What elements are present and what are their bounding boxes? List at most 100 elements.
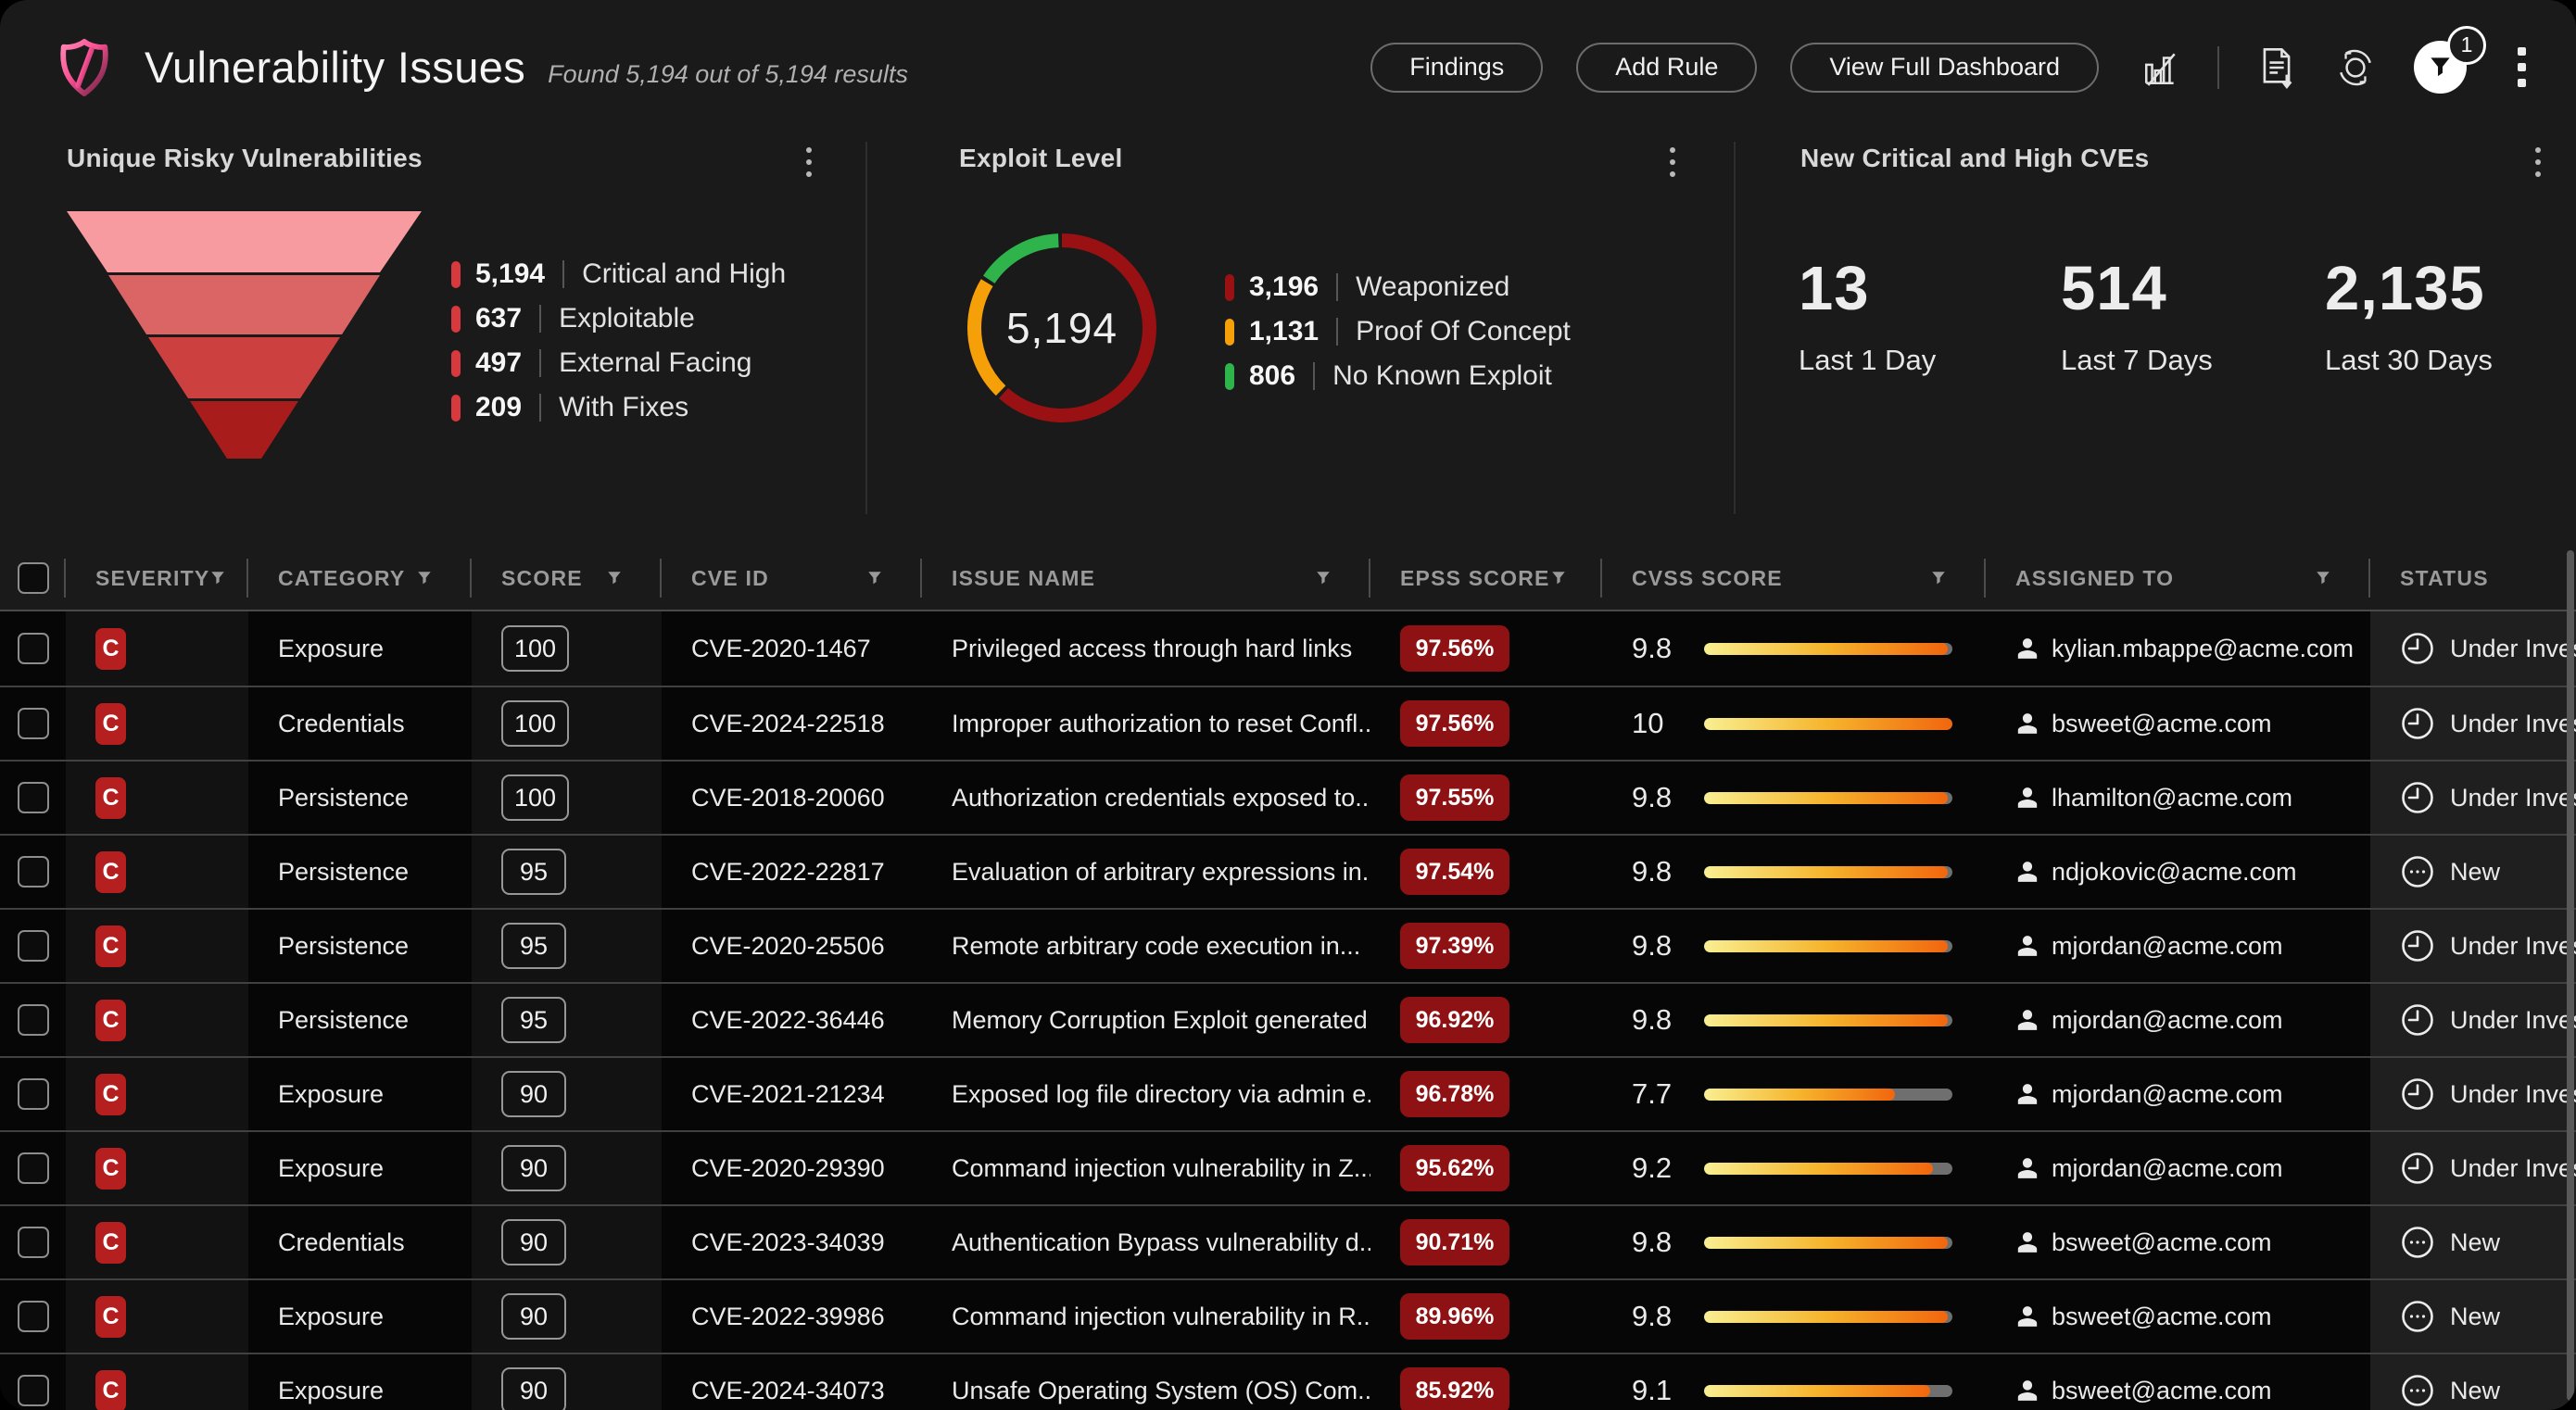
cve-id[interactable]: CVE-2024-34073 [691, 1377, 885, 1405]
table-scrollbar[interactable] [2567, 550, 2574, 1401]
table-row[interactable]: C Persistence 100 CVE-2018-20060 Authori… [0, 760, 2576, 834]
export-report-icon[interactable] [2256, 45, 2297, 90]
issue-name[interactable]: Remote arbitrary code execution in... [952, 932, 1360, 961]
cve-id[interactable]: CVE-2020-25506 [691, 932, 885, 961]
cvss-score-value: 9.8 [1632, 929, 1704, 963]
cve-id[interactable]: CVE-2023-34039 [691, 1228, 885, 1257]
filter-funnel-icon[interactable] [1315, 570, 1332, 586]
assignee-email[interactable]: mjordan@acme.com [2052, 1080, 2283, 1109]
assignee-email[interactable]: bsweet@acme.com [2052, 1377, 2272, 1405]
issue-name[interactable]: Authorization credentials exposed to... [952, 784, 1370, 812]
active-filter-button[interactable]: 1 [2414, 41, 2468, 94]
row-checkbox[interactable] [18, 1375, 49, 1406]
issue-name-cell: Authentication Bypass vulnerability d... [922, 1206, 1370, 1278]
issue-name[interactable]: Memory Corruption Exploit generated [952, 1006, 1368, 1035]
filter-funnel-icon[interactable] [2315, 570, 2331, 586]
person-icon [2015, 860, 2039, 884]
cve-id[interactable]: CVE-2020-29390 [691, 1154, 885, 1183]
column-header-assigned-to[interactable]: ASSIGNED TO [1986, 547, 2370, 610]
table-row[interactable]: C Exposure 90 CVE-2020-29390 Command inj… [0, 1130, 2576, 1204]
assignee-email[interactable]: bsweet@acme.com [2052, 710, 2272, 738]
issue-name[interactable]: Command injection vulnerability in R... [952, 1303, 1370, 1331]
status-cell: Under Investigation [2370, 1058, 2576, 1130]
assignee-email[interactable]: ndjokovic@acme.com [2052, 858, 2297, 887]
row-checkbox-cell [0, 762, 66, 834]
issue-name[interactable]: Unsafe Operating System (OS) Com... [952, 1377, 1370, 1405]
filter-funnel-icon[interactable] [416, 570, 433, 586]
row-checkbox[interactable] [18, 1152, 49, 1184]
table-row[interactable]: C Credentials 100 CVE-2024-22518 Imprope… [0, 686, 2576, 760]
table-row[interactable]: C Exposure 90 CVE-2022-39986 Command inj… [0, 1278, 2576, 1353]
kebab-menu-icon[interactable] [2518, 47, 2526, 87]
column-header-status[interactable]: STATUS [2370, 547, 2576, 610]
issue-name-cell: Command injection vulnerability in Z... [922, 1132, 1370, 1204]
column-header-category[interactable]: CATEGORY [248, 547, 472, 610]
refresh-icon[interactable] [2334, 46, 2377, 89]
column-header-cve-id[interactable]: CVE ID [662, 547, 922, 610]
table-row[interactable]: C Exposure 90 CVE-2024-34073 Unsafe Oper… [0, 1353, 2576, 1410]
row-checkbox[interactable] [18, 856, 49, 888]
chart-hidden-icon[interactable] [2141, 48, 2180, 87]
table-row[interactable]: C Exposure 100 CVE-2020-1467 Privileged … [0, 611, 2576, 686]
table-row[interactable]: C Persistence 95 CVE-2020-25506 Remote a… [0, 908, 2576, 982]
filter-funnel-icon[interactable] [1930, 570, 1947, 586]
table-row[interactable]: C Persistence 95 CVE-2022-36446 Memory C… [0, 982, 2576, 1056]
assignee-email[interactable]: bsweet@acme.com [2052, 1228, 2272, 1257]
cve-id[interactable]: CVE-2020-1467 [691, 635, 871, 663]
filter-funnel-icon[interactable] [606, 570, 623, 586]
assignee-email[interactable]: lhamilton@acme.com [2052, 784, 2292, 812]
row-checkbox[interactable] [18, 782, 49, 813]
cve-id[interactable]: CVE-2021-21234 [691, 1080, 885, 1109]
cve-id-cell: CVE-2022-36446 [662, 984, 922, 1056]
table-row[interactable]: C Credentials 90 CVE-2023-34039 Authenti… [0, 1204, 2576, 1278]
assignee-email[interactable]: kylian.mbappe@acme.com [2052, 635, 2354, 663]
issue-name-cell: Remote arbitrary code execution in... [922, 910, 1370, 982]
table-row[interactable]: C Exposure 90 CVE-2021-21234 Exposed log… [0, 1056, 2576, 1130]
cve-id[interactable]: CVE-2018-20060 [691, 784, 885, 812]
cve-id[interactable]: CVE-2024-22518 [691, 710, 885, 738]
view-full-dashboard-button[interactable]: View Full Dashboard [1790, 43, 2099, 93]
column-header-issue-name[interactable]: ISSUE NAME [922, 547, 1370, 610]
assignee-email[interactable]: mjordan@acme.com [2052, 1006, 2283, 1035]
filter-funnel-icon[interactable] [866, 570, 883, 586]
assignee-email[interactable]: mjordan@acme.com [2052, 1154, 2283, 1183]
cve-id[interactable]: CVE-2022-22817 [691, 858, 885, 887]
add-rule-button[interactable]: Add Rule [1576, 43, 1757, 93]
severity-cell: C [66, 687, 248, 760]
severity-badge: C [95, 1074, 126, 1115]
assignee-email[interactable]: bsweet@acme.com [2052, 1303, 2272, 1331]
assignee-email[interactable]: mjordan@acme.com [2052, 932, 2283, 961]
epss-score-badge: 97.54% [1400, 849, 1509, 895]
findings-button[interactable]: Findings [1370, 43, 1543, 93]
header-actions: Findings Add Rule View Full Dashboard [1370, 41, 2526, 94]
issue-name[interactable]: Authentication Bypass vulnerability d... [952, 1228, 1370, 1257]
cvss-score-bar [1704, 866, 1952, 878]
row-checkbox[interactable] [18, 1227, 49, 1258]
issue-name[interactable]: Evaluation of arbitrary expressions in..… [952, 858, 1370, 887]
column-header-cvss-score[interactable]: CVSS SCORE [1602, 547, 1986, 610]
column-header-epss-score[interactable]: EPSS SCORE [1370, 547, 1602, 610]
cvss-score-bar [1704, 940, 1952, 952]
row-checkbox[interactable] [18, 930, 49, 962]
filter-funnel-icon[interactable] [209, 570, 226, 586]
row-checkbox[interactable] [18, 1004, 49, 1036]
column-header-severity[interactable]: SEVERITY [66, 547, 248, 610]
issue-name[interactable]: Improper authorization to reset Confl... [952, 710, 1370, 738]
issue-name[interactable]: Exposed log file directory via admin e..… [952, 1080, 1370, 1109]
cvss-score-cell: 9.8 [1602, 1206, 1986, 1278]
row-checkbox[interactable] [18, 633, 49, 664]
issue-name-cell: Privileged access through hard links [922, 611, 1370, 686]
severity-cell: C [66, 1354, 248, 1410]
cve-id[interactable]: CVE-2022-39986 [691, 1303, 885, 1331]
table-row[interactable]: C Persistence 95 CVE-2022-22817 Evaluati… [0, 834, 2576, 908]
row-checkbox[interactable] [18, 1078, 49, 1110]
cve-id[interactable]: CVE-2022-36446 [691, 1006, 885, 1035]
select-all-checkbox[interactable] [18, 562, 49, 594]
issue-name[interactable]: Command injection vulnerability in Z... [952, 1154, 1370, 1183]
column-header-score[interactable]: SCORE [472, 547, 662, 610]
issue-name[interactable]: Privileged access through hard links [952, 635, 1352, 663]
row-checkbox[interactable] [18, 708, 49, 739]
cvss-score-bar [1704, 718, 1952, 730]
row-checkbox[interactable] [18, 1301, 49, 1332]
filter-funnel-icon[interactable] [1550, 570, 1567, 586]
